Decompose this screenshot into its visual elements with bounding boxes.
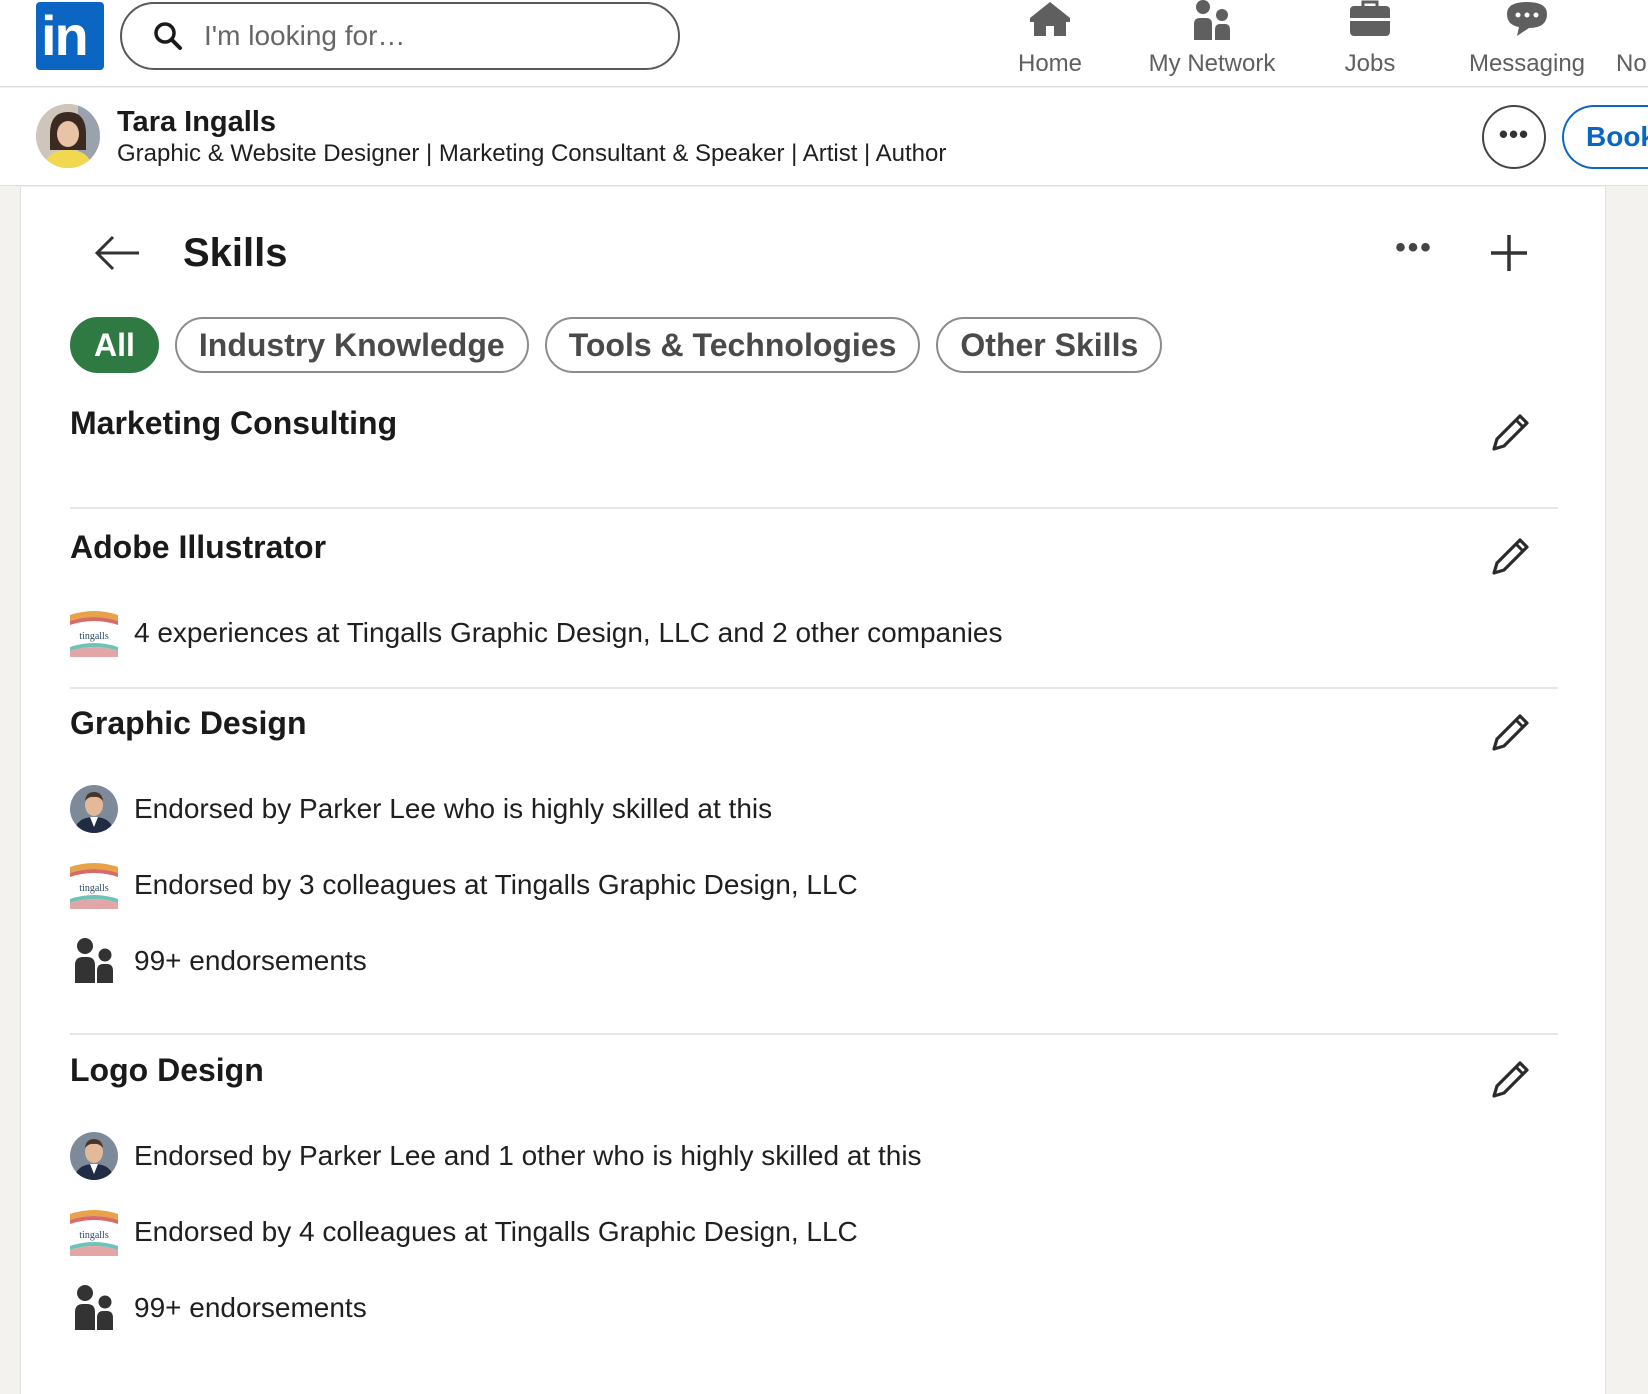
profile-more-button[interactable]: ••• (1482, 105, 1546, 169)
nav-notifications-label: No (1616, 50, 1647, 77)
bell-icon (1616, 0, 1648, 44)
nav-notifications[interactable]: No (1616, 0, 1648, 86)
skill-detail-row[interactable]: 99+ endorsements (70, 1284, 367, 1332)
nav-home-label: Home (1017, 50, 1083, 77)
divider (70, 1033, 1558, 1035)
search-box[interactable] (120, 2, 680, 70)
profile-bar: Tara Ingalls Graphic & Website Designer … (0, 88, 1648, 186)
skill-detail-row[interactable]: Endorsed by Parker Lee who is highly ski… (70, 785, 772, 833)
people-icon (70, 937, 118, 985)
logo-text: in (41, 4, 89, 67)
skill-detail-row: tingalls 4 experiences at Tingalls Graph… (70, 609, 1003, 657)
skill-detail-text: Endorsed by 4 colleagues at Tingalls Gra… (134, 1216, 858, 1247)
skill-name[interactable]: Marketing Consulting (70, 405, 397, 442)
section-more-button[interactable]: ••• (1387, 233, 1441, 273)
linkedin-logo-icon[interactable]: in (36, 2, 104, 70)
skill-detail-row: tingalls Endorsed by 4 colleagues at Tin… (70, 1208, 858, 1256)
network-icon (1194, 0, 1230, 40)
nav-my-network-label: My Network (1148, 50, 1276, 77)
top-nav: in Home My Network Jobs (0, 0, 1648, 87)
skill-detail-text: Endorsed by 3 colleagues at Tingalls Gra… (134, 869, 858, 900)
edit-pencil-icon[interactable] (1488, 535, 1532, 579)
skill-detail-text: 99+ endorsements (134, 1292, 367, 1323)
nav-messaging[interactable]: Messaging (1462, 0, 1592, 86)
filter-other-skills[interactable]: Other Skills (936, 317, 1163, 373)
skill-detail-text: 4 experiences at Tingalls Graphic Design… (134, 617, 1003, 648)
edit-pencil-icon[interactable] (1488, 711, 1532, 755)
home-icon (1030, 2, 1070, 36)
person-avatar[interactable] (70, 1132, 118, 1180)
skill-name[interactable]: Adobe Illustrator (70, 529, 326, 566)
profile-name[interactable]: Tara Ingalls (117, 106, 276, 139)
profile-headline: Graphic & Website Designer | Marketing C… (117, 140, 947, 167)
company-logo-icon: tingalls (70, 861, 118, 909)
skill-filters: All Industry Knowledge Tools & Technolog… (70, 317, 1163, 373)
skill-item: Logo Design Endorsed by Parker Lee and 1… (70, 1052, 1558, 1372)
divider (70, 507, 1558, 509)
skill-name[interactable]: Logo Design (70, 1052, 264, 1089)
more-dots-icon: ••• (1498, 119, 1530, 149)
skill-detail-row[interactable]: 99+ endorsements (70, 937, 367, 985)
nav-my-network[interactable]: My Network (1132, 0, 1292, 86)
section-title: Skills (183, 231, 288, 275)
search-input[interactable] (204, 20, 644, 52)
skill-item: Adobe Illustrator tingalls 4 experiences… (70, 529, 1558, 689)
svg-text:tingalls: tingalls (79, 631, 109, 642)
nav-home[interactable]: Home (1000, 0, 1100, 86)
person-avatar[interactable] (70, 785, 118, 833)
nav-jobs[interactable]: Jobs (1320, 0, 1420, 86)
skill-detail-text: Endorsed by Parker Lee and 1 other who i… (134, 1140, 922, 1171)
briefcase-icon (1350, 0, 1390, 36)
divider (70, 687, 1558, 689)
skills-card: Skills ••• All Industry Knowledge Tools … (20, 187, 1606, 1394)
skill-item: Marketing Consulting (70, 405, 1558, 509)
chat-icon (1507, 2, 1547, 36)
edit-pencil-icon[interactable] (1488, 1058, 1532, 1102)
filter-tools-technologies[interactable]: Tools & Technologies (544, 317, 921, 373)
add-skill-icon[interactable] (1487, 231, 1531, 275)
company-logo-icon: tingalls (70, 1208, 118, 1256)
book-button-label: Book (1586, 121, 1648, 152)
edit-pencil-icon[interactable] (1488, 411, 1532, 455)
skill-detail-row: tingalls Endorsed by 3 colleagues at Tin… (70, 861, 858, 909)
svg-text:tingalls: tingalls (79, 883, 109, 894)
filter-industry-knowledge[interactable]: Industry Knowledge (174, 317, 529, 373)
skill-item: Graphic Design Endorsed by Parker Lee wh… (70, 705, 1558, 1035)
nav-jobs-label: Jobs (1344, 50, 1396, 77)
skill-detail-text: Endorsed by Parker Lee who is highly ski… (134, 793, 773, 824)
skill-name[interactable]: Graphic Design (70, 705, 307, 742)
people-icon (70, 1284, 118, 1332)
skill-detail-text: 99+ endorsements (134, 945, 367, 976)
nav-messaging-label: Messaging (1468, 50, 1586, 77)
company-logo-icon: tingalls (70, 609, 118, 657)
skill-detail-row[interactable]: Endorsed by Parker Lee and 1 other who i… (70, 1132, 922, 1180)
profile-photo-icon (36, 104, 100, 168)
profile-avatar[interactable] (36, 104, 100, 168)
svg-text:tingalls: tingalls (79, 1230, 109, 1241)
back-arrow-icon[interactable] (93, 233, 143, 273)
search-icon (154, 22, 182, 50)
book-button[interactable]: Book (1562, 105, 1648, 169)
filter-all[interactable]: All (70, 317, 159, 373)
